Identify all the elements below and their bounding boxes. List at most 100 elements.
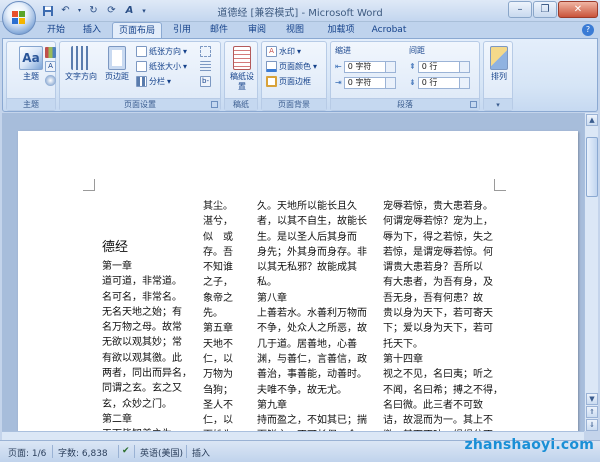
tab-acrobat[interactable]: Acrobat [366, 22, 412, 39]
orientation-icon [136, 46, 147, 57]
page-border-icon [266, 76, 277, 87]
text-line: 圣人不 [203, 399, 233, 411]
text-line: 不闻，名曰希；搏之不得， [383, 384, 503, 396]
breaks-icon[interactable] [200, 45, 211, 58]
text-column-4: 宠辱若惊，贵大患若身。 何谓宠辱若惊？宠为上， 辱为下，得之若惊，失之 若惊，是谓宠辱… [383, 199, 503, 431]
tab-addins[interactable]: 加载项 [320, 22, 362, 39]
close-button[interactable]: ✕ [558, 1, 598, 18]
columns-icon [136, 76, 147, 87]
theme-fonts-icon[interactable]: A [45, 60, 56, 73]
text-line: 道可道，非常道。 [102, 276, 182, 288]
watermark-icon: A [266, 46, 277, 57]
arrange-button[interactable]: 排列 [486, 46, 512, 82]
text-line: 生。是以圣人后其身而 [257, 231, 357, 243]
tab-review[interactable]: 审阅 [241, 22, 273, 39]
office-logo-icon [12, 11, 27, 26]
indent-left-spinner[interactable]: ⇤ 0 字符 [335, 60, 396, 73]
text-line: 仁，以 [203, 415, 233, 427]
minimize-button[interactable]: – [508, 1, 532, 18]
watermark-button[interactable]: A 水印 ▾ [266, 45, 301, 58]
text-line: 无欲以观其妙；常 [102, 337, 182, 349]
page-setup-launcher-icon[interactable] [211, 101, 218, 108]
next-page-icon[interactable]: ⇓ [586, 419, 598, 431]
text-line: 渊，与善仁，言善信，政 [257, 353, 367, 365]
size-button[interactable]: 纸张大小 ▾ [136, 60, 187, 73]
theme-effects-icon[interactable] [45, 74, 56, 87]
text-line: 第八章 [257, 292, 287, 304]
vertical-scrollbar[interactable]: ▲ ▼ ⇑ ⇓ [584, 113, 598, 431]
prev-page-icon[interactable]: ⇑ [586, 406, 598, 418]
line-numbers-icon[interactable] [200, 60, 211, 73]
indent-right-spinner[interactable]: ⇥ 0 字符 [335, 76, 396, 89]
ribbon-tabs: 开始 插入 页面布局 引用 邮件 审阅 视图 加载项 Acrobat ? [0, 22, 600, 39]
group-page-setup: 文字方向 页边距 纸张方向 ▾ 纸张大小 ▾ 分栏 ▾ b- 页面设置 [59, 41, 221, 111]
columns-button[interactable]: 分栏 ▾ [136, 75, 171, 88]
tab-view[interactable]: 视图 [279, 22, 311, 39]
spacing-before-input[interactable]: 0 行 [417, 60, 470, 73]
text-line: 何谓宠辱若惊？宠为上， [383, 216, 493, 228]
text-line: 久。天地所以能长且久 [257, 201, 357, 212]
theme-button[interactable]: Aa 主题 [14, 46, 48, 82]
scroll-up-icon[interactable]: ▲ [586, 114, 598, 126]
text-line: 视之不见，名曰夷；听之 [383, 369, 493, 381]
tab-references[interactable]: 引用 [166, 22, 198, 39]
group-page-background: A 水印 ▾ 页面颜色 ▾ 页面边框 页面背景 [261, 41, 327, 111]
text-line: 下；爱以身为天下，若可 [383, 323, 493, 335]
paragraph-launcher-icon[interactable] [470, 101, 477, 108]
group-paragraph: 缩进 间距 ⇤ 0 字符 ⇥ 0 字符 ⇞ 0 行 ⇟ 0 行 段落 [330, 41, 480, 111]
spacing-after-icon: ⇟ [409, 78, 416, 87]
document-area[interactable]: 德经 第一章 道可道，非常道。 名可名，非常名。 无名天地之始；有 名万物之母。故常 无欲… [2, 113, 584, 431]
theme-icon: Aa [19, 46, 43, 70]
insert-mode-status[interactable]: 插入 [192, 446, 210, 459]
page-border-button[interactable]: 页面边框 [266, 75, 311, 88]
text-line: 仁，以 [203, 353, 233, 365]
scroll-thumb[interactable] [586, 137, 598, 197]
tab-mailings[interactable]: 邮件 [203, 22, 235, 39]
text-line: 同谓之玄。玄之又 [102, 383, 182, 395]
manuscript-settings-button[interactable]: 稿纸设置 [227, 46, 257, 92]
text-line: 第九章 [257, 399, 287, 411]
language-status[interactable]: 英语(美国) [140, 446, 183, 459]
text-line: 似 或 [203, 231, 233, 243]
text-line: 贵以身为天下，若可寄天 [383, 308, 493, 320]
restore-button[interactable]: ❐ [533, 1, 557, 18]
help-icon[interactable]: ? [582, 24, 594, 36]
word-count[interactable]: 字数: 6,838 [58, 446, 108, 459]
page-color-button[interactable]: 页面颜色 ▾ [266, 60, 317, 73]
page-count[interactable]: 页面: 1/6 [8, 446, 46, 459]
text-line: 象帝之 [203, 292, 233, 304]
text-line: 夫唯不争，故无尤。 [257, 384, 347, 396]
text-line: 万物为 [203, 369, 233, 381]
spacing-after-spinner[interactable]: ⇟ 0 行 [409, 76, 470, 89]
text-line: 善治，事善能，动善时。 [257, 369, 367, 381]
tab-insert[interactable]: 插入 [76, 22, 108, 39]
scroll-down-icon[interactable]: ▼ [586, 393, 598, 405]
page-color-icon [266, 61, 277, 72]
text-direction-button[interactable]: 文字方向 [64, 46, 98, 82]
indent-left-input[interactable]: 0 字符 [343, 60, 396, 73]
group-manuscript: 稿纸设置 稿纸 [224, 41, 258, 111]
text-line: 宠辱若惊，贵大患若身。 [383, 201, 493, 212]
text-line: 诘，故混而为一。其上不 [383, 415, 493, 427]
text-line: 持而盈之，不如其已；揣 [257, 415, 367, 427]
text-column-1: 第一章 道可道，非常道。 名可名，非常名。 无名天地之始；有 名万物之母。故常 无欲以观其… [102, 259, 192, 431]
office-button[interactable] [2, 1, 36, 35]
text-line: 以其无私邪？故能成其 [257, 262, 357, 274]
text-line: 先。 [203, 308, 223, 320]
spacing-before-spinner[interactable]: ⇞ 0 行 [409, 60, 470, 73]
text-line: 第五章 [203, 323, 233, 335]
spacing-after-input[interactable]: 0 行 [417, 76, 470, 89]
text-line: 者，以其不自生，故能长 [257, 216, 367, 228]
margins-button[interactable]: 页边距 [102, 46, 132, 82]
proofing-icon[interactable]: ✔ [122, 446, 130, 456]
document-page[interactable]: 德经 第一章 道可道，非常道。 名可名，非常名。 无名天地之始；有 名万物之母。故常 无欲… [18, 131, 578, 431]
indent-label: 缩进 [335, 46, 351, 55]
theme-colors-icon[interactable] [45, 46, 56, 59]
indent-right-input[interactable]: 0 字符 [343, 76, 396, 89]
tab-home[interactable]: 开始 [40, 22, 72, 39]
tab-page-layout[interactable]: 页面布局 [112, 22, 162, 39]
hyphenation-icon[interactable]: b- [200, 75, 211, 88]
text-line: 之子， [203, 277, 233, 289]
orientation-button[interactable]: 纸张方向 ▾ [136, 45, 187, 58]
indent-right-icon: ⇥ [335, 78, 342, 87]
